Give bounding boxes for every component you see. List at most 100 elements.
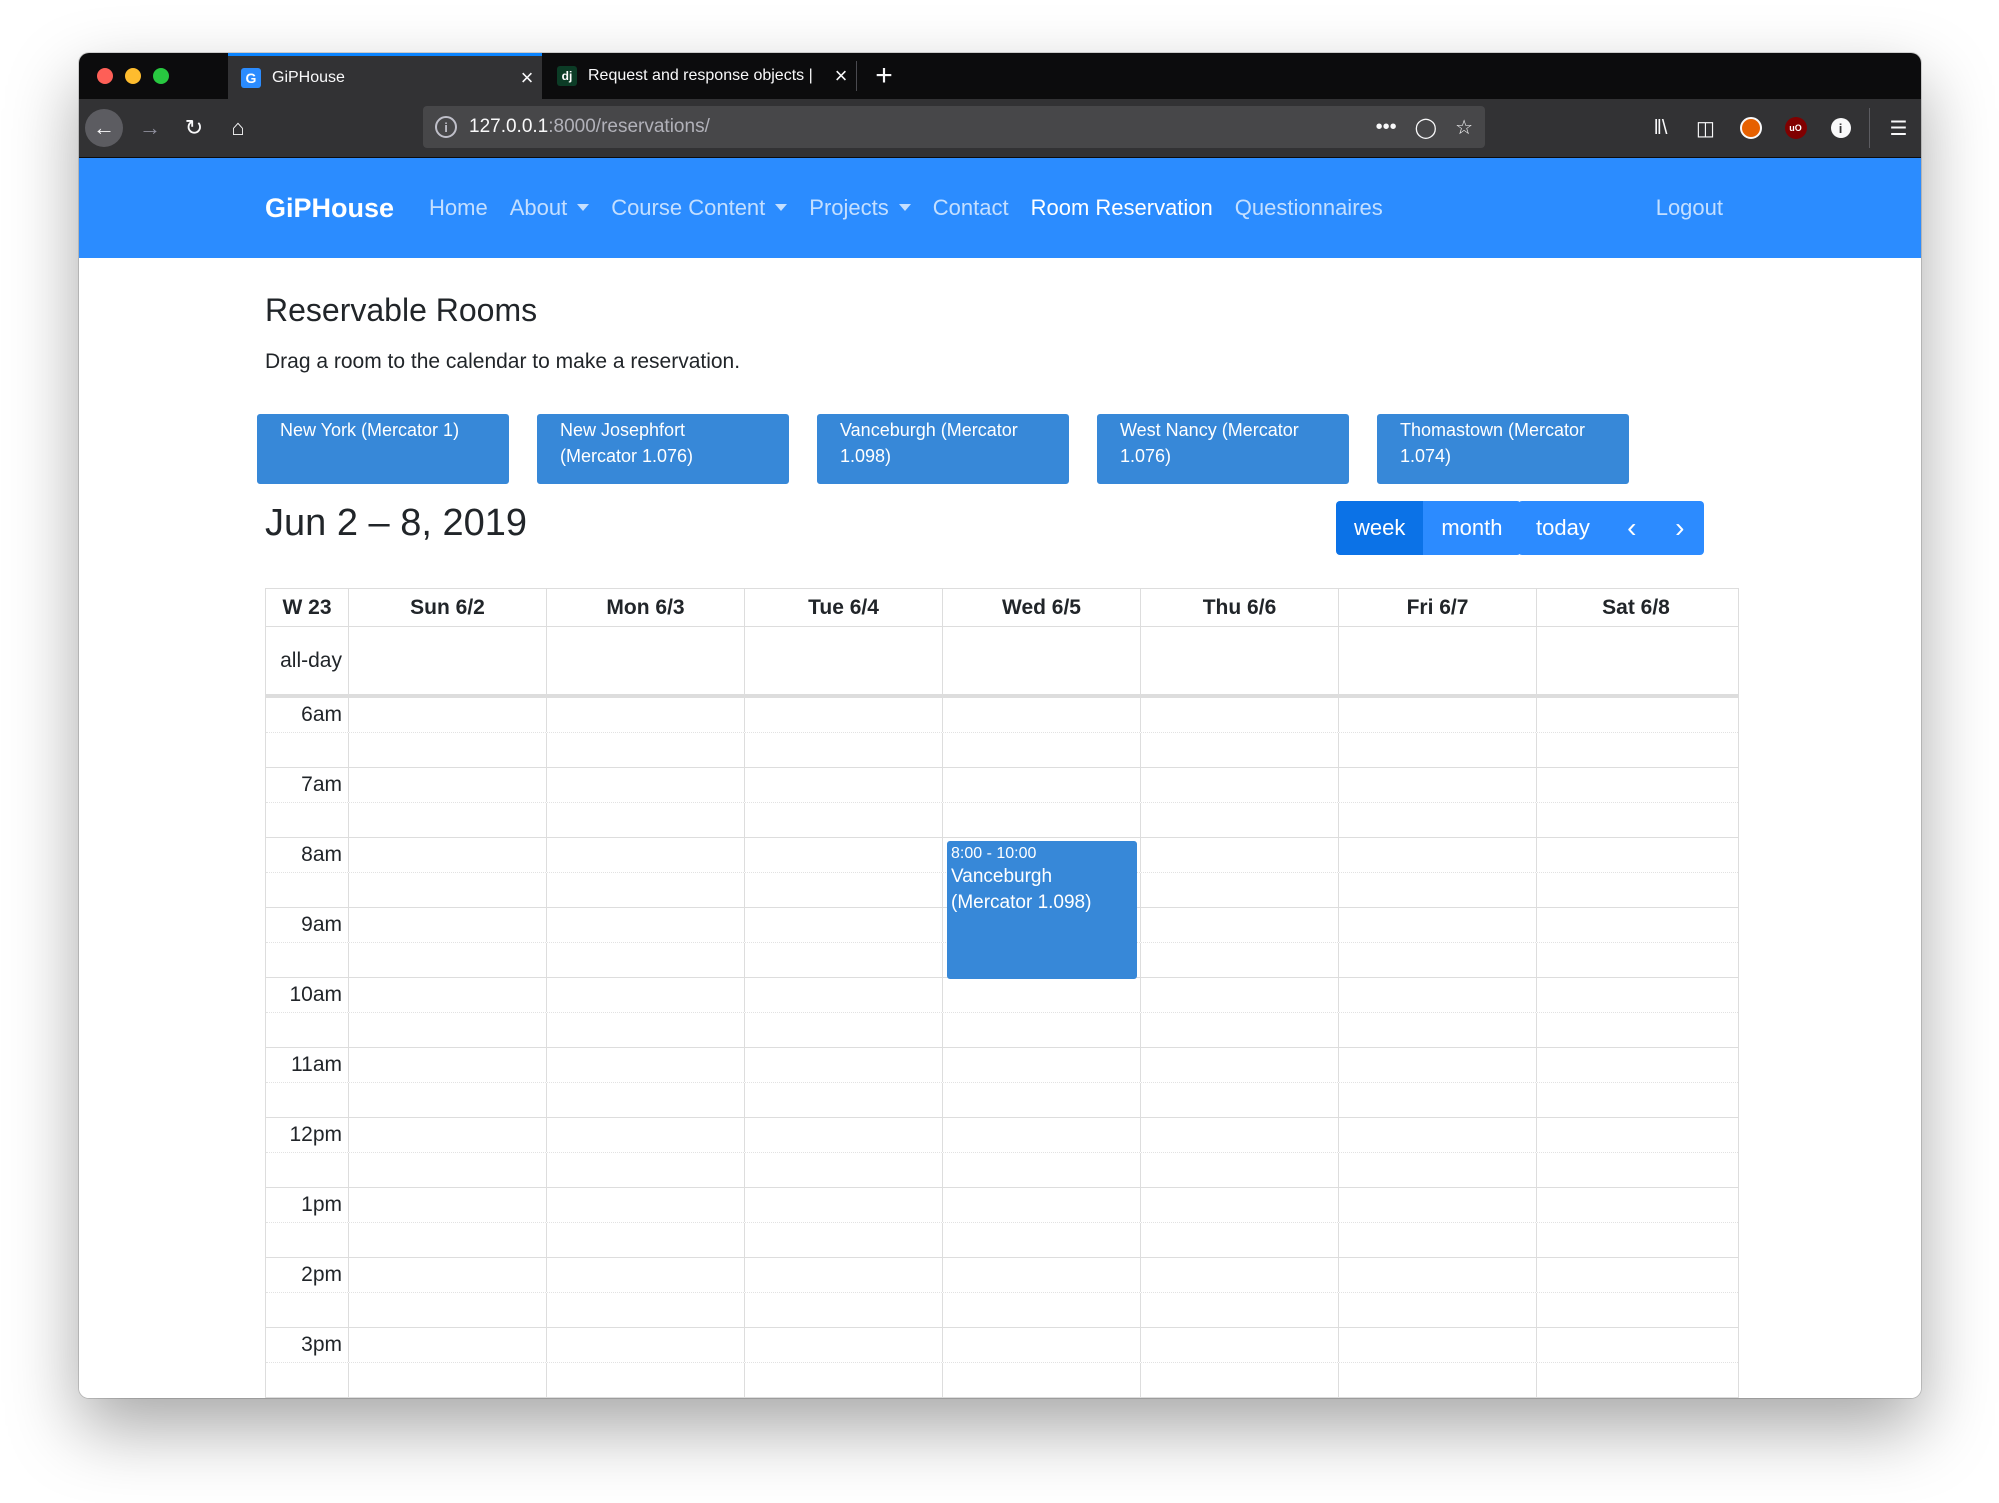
time-slot-cell[interactable]: [1339, 1363, 1537, 1397]
time-slot-cell[interactable]: [547, 1293, 745, 1327]
time-slot-cell[interactable]: [1339, 978, 1537, 1012]
time-slot-cell[interactable]: [745, 1363, 943, 1397]
all-day-cell[interactable]: [943, 627, 1141, 694]
time-slot-cell[interactable]: [943, 978, 1141, 1012]
time-slot-cell[interactable]: [745, 1223, 943, 1257]
time-slot-cell[interactable]: [745, 943, 943, 977]
time-slot-cell[interactable]: [745, 1188, 943, 1222]
time-slot-cell[interactable]: [943, 698, 1141, 732]
time-slot-cell[interactable]: [547, 698, 745, 732]
sidebar-icon[interactable]: ◫: [1683, 99, 1728, 157]
time-slot-cell[interactable]: [547, 838, 745, 872]
time-slot-cell[interactable]: [547, 1363, 745, 1397]
time-slot-cell[interactable]: [745, 1153, 943, 1187]
time-slot-cell[interactable]: [1141, 1048, 1339, 1082]
close-window-button[interactable]: [97, 68, 113, 84]
time-slot-cell[interactable]: [1537, 1083, 1735, 1117]
time-slot-cell[interactable]: [1141, 1118, 1339, 1152]
time-slot-cell[interactable]: [547, 768, 745, 802]
time-slot-cell[interactable]: [1537, 698, 1735, 732]
chevron-right-icon[interactable]: ›: [1655, 501, 1704, 555]
time-slot-cell[interactable]: [745, 1118, 943, 1152]
hamburger-menu-icon[interactable]: ☰: [1876, 99, 1921, 157]
time-slot-cell[interactable]: [349, 1258, 547, 1292]
time-slot-cell[interactable]: [943, 1083, 1141, 1117]
time-slot-cell[interactable]: [745, 908, 943, 942]
pocket-icon[interactable]: ◯: [1415, 115, 1437, 140]
time-slot-cell[interactable]: [943, 1363, 1141, 1397]
time-slot-cell[interactable]: [1537, 1153, 1735, 1187]
maximize-window-button[interactable]: [153, 68, 169, 84]
time-slot-cell[interactable]: [349, 1013, 547, 1047]
time-slot-cell[interactable]: [1339, 838, 1537, 872]
time-slot-cell[interactable]: [943, 768, 1141, 802]
time-slot-cell[interactable]: [1339, 733, 1537, 767]
time-slot-cell[interactable]: [745, 1328, 943, 1362]
time-slot-cell[interactable]: [1339, 768, 1537, 802]
time-slot-cell[interactable]: [1339, 1118, 1537, 1152]
time-slot-cell[interactable]: [1537, 978, 1735, 1012]
time-slot-cell[interactable]: [1339, 1083, 1537, 1117]
all-day-cell[interactable]: [745, 627, 943, 694]
time-slot-cell[interactable]: [745, 733, 943, 767]
time-slot-cell[interactable]: [745, 978, 943, 1012]
time-slot-cell[interactable]: [1537, 1328, 1735, 1362]
time-slot-cell[interactable]: [745, 838, 943, 872]
new-tab-icon[interactable]: +: [862, 53, 906, 99]
nav-contact[interactable]: Contact: [933, 195, 1009, 221]
ublock-origin-icon[interactable]: uO: [1773, 99, 1818, 157]
time-slot-cell[interactable]: [1537, 803, 1735, 837]
time-slot-cell[interactable]: [745, 698, 943, 732]
all-day-cell[interactable]: [547, 627, 745, 694]
time-slot-cell[interactable]: [745, 803, 943, 837]
time-slot-cell[interactable]: [1537, 1118, 1735, 1152]
site-brand[interactable]: GiPHouse: [265, 158, 394, 258]
nav-questionnaires[interactable]: Questionnaires: [1235, 195, 1383, 221]
time-slot-cell[interactable]: [1141, 1083, 1339, 1117]
time-slot-cell[interactable]: [1339, 698, 1537, 732]
time-slot-cell[interactable]: [547, 1258, 745, 1292]
time-slot-cell[interactable]: [1537, 873, 1735, 907]
time-slot-cell[interactable]: [1141, 733, 1339, 767]
close-tab-icon[interactable]: ×: [826, 63, 856, 89]
time-slot-cell[interactable]: [943, 1223, 1141, 1257]
time-slot-cell[interactable]: [745, 1293, 943, 1327]
time-slot-cell[interactable]: [349, 1048, 547, 1082]
time-slot-cell[interactable]: [745, 768, 943, 802]
extension-info-icon[interactable]: i: [1818, 99, 1863, 157]
time-slot-cell[interactable]: [1141, 1363, 1339, 1397]
time-slot-cell[interactable]: [1141, 1328, 1339, 1362]
time-slot-cell[interactable]: [547, 1328, 745, 1362]
time-slot-cell[interactable]: [349, 1083, 547, 1117]
today-button[interactable]: today: [1518, 501, 1608, 555]
time-slot-cell[interactable]: [349, 1363, 547, 1397]
time-slot-cell[interactable]: [1141, 908, 1339, 942]
time-slot-cell[interactable]: [349, 978, 547, 1012]
time-slot-cell[interactable]: [943, 1188, 1141, 1222]
url-bar[interactable]: i 127.0.0.1:8000/reservations/ ••• ◯ ☆: [423, 106, 1485, 148]
time-slot-cell[interactable]: [349, 698, 547, 732]
time-slot-cell[interactable]: [1339, 1258, 1537, 1292]
back-arrow-icon[interactable]: ←: [85, 109, 123, 147]
time-slot-cell[interactable]: [1537, 733, 1735, 767]
time-slot-cell[interactable]: [547, 1118, 745, 1152]
time-slot-cell[interactable]: [1537, 1223, 1735, 1257]
room-chip[interactable]: Vanceburgh (Mercator 1.098): [817, 414, 1069, 484]
all-day-cell[interactable]: [1141, 627, 1339, 694]
time-slot-cell[interactable]: [1141, 1153, 1339, 1187]
time-slot-cell[interactable]: [1339, 1293, 1537, 1327]
time-slot-cell[interactable]: [1339, 873, 1537, 907]
time-slot-cell[interactable]: [943, 1118, 1141, 1152]
time-slot-cell[interactable]: [1339, 908, 1537, 942]
time-slot-cell[interactable]: [1339, 1153, 1537, 1187]
time-slot-cell[interactable]: [1339, 1328, 1537, 1362]
time-slot-cell[interactable]: [547, 943, 745, 977]
tab-giphouse[interactable]: G GiPHouse ×: [228, 53, 542, 99]
time-slot-cell[interactable]: [349, 1118, 547, 1152]
page-actions-icon[interactable]: •••: [1376, 116, 1397, 139]
time-slot-cell[interactable]: [943, 733, 1141, 767]
month-view-button[interactable]: month: [1423, 501, 1521, 555]
time-slot-cell[interactable]: [1339, 803, 1537, 837]
time-slot-cell[interactable]: [1339, 1188, 1537, 1222]
time-slot-cell[interactable]: [943, 1293, 1141, 1327]
